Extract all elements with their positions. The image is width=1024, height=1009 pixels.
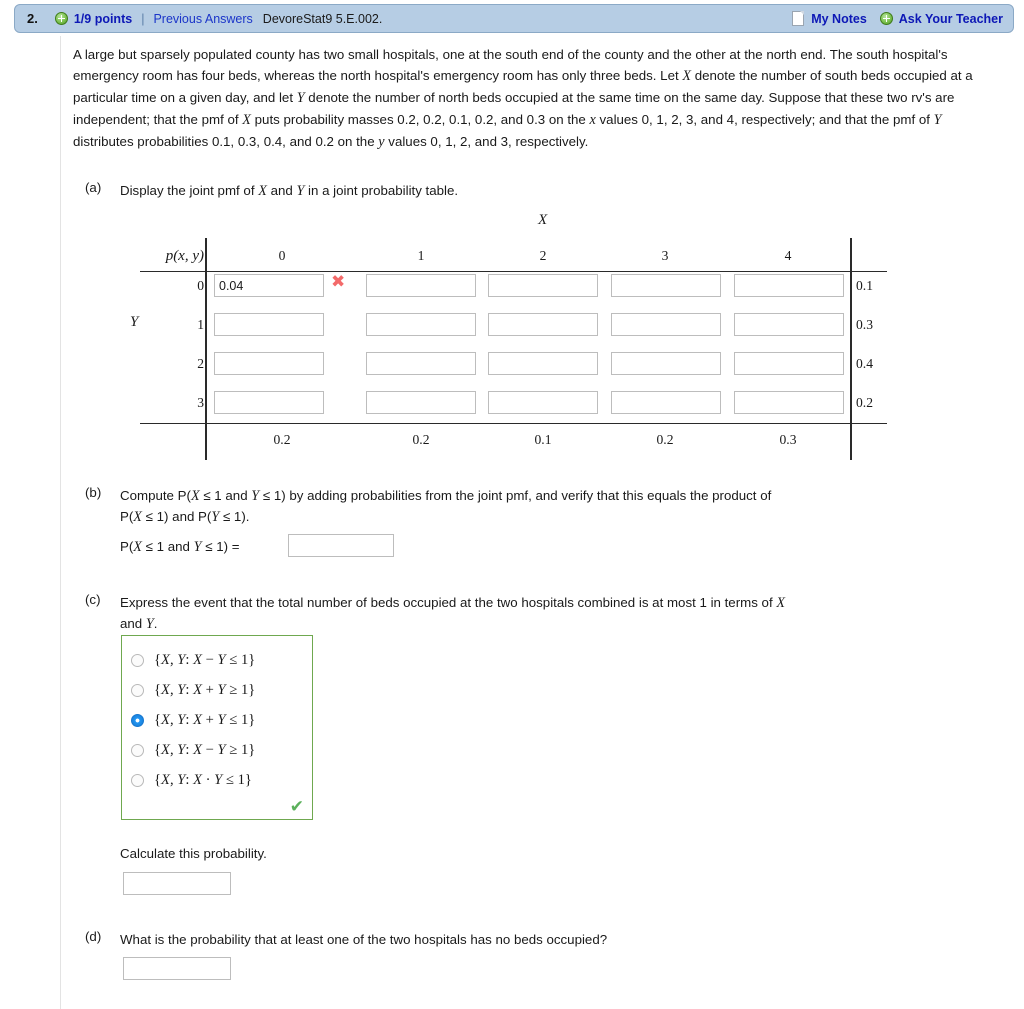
part-c-sub-prompt: Calculate this probability. <box>120 846 267 861</box>
radio-button-4[interactable] <box>131 773 144 787</box>
table-row-header-0: 0 <box>197 278 204 293</box>
part-d-answer-input[interactable] <box>123 957 231 980</box>
part-c-option-2[interactable]: {X, Y: X + Y ≤ 1} <box>122 705 312 735</box>
question-page: 2. 1/9 points | Previous Answers DevoreS… <box>0 0 1024 1009</box>
radio-button-1[interactable] <box>131 683 144 697</box>
problem-statement: A large but sparsely populated county ha… <box>73 47 973 150</box>
table-col-header-3: 3 <box>661 248 669 263</box>
table-row-header-2: 2 <box>197 356 204 371</box>
correct-check-icon: ✔ <box>289 797 304 816</box>
ask-your-teacher-button[interactable]: Ask Your Teacher <box>899 12 1003 26</box>
table-cell-y1-x2[interactable] <box>488 313 598 336</box>
table-cell-y2-x1[interactable] <box>366 352 476 375</box>
incorrect-mark-icon: ✖ <box>331 272 346 292</box>
table-cell-y2-x4[interactable] <box>734 352 844 375</box>
table-cell-y0-x3[interactable] <box>611 274 721 297</box>
table-col-margin-3: 0.2 <box>656 432 674 447</box>
table-cell-y3-x2[interactable] <box>488 391 598 414</box>
part-a-label: (a) <box>85 180 102 195</box>
question-code: DevoreStat9 5.E.002. <box>262 11 383 26</box>
table-cell-y0-x1[interactable] <box>366 274 476 297</box>
part-c-option-4[interactable]: {X, Y: X · Y ≤ 1} <box>122 765 312 795</box>
note-page-icon[interactable] <box>792 11 805 26</box>
part-c-option-label-4: {X, Y: X · Y ≤ 1} <box>154 771 252 788</box>
table-x-axis-label: X <box>538 212 548 228</box>
table-cell-y0-x2[interactable] <box>488 274 598 297</box>
table-col-header-1: 1 <box>417 248 425 263</box>
my-notes-button[interactable]: My Notes <box>811 12 867 26</box>
part-c-option-3[interactable]: {X, Y: X − Y ≥ 1} <box>122 735 312 765</box>
table-row-margin-0: 0.1 <box>856 278 873 293</box>
part-c-label: (c) <box>85 592 101 607</box>
table-cell-y2-x0[interactable] <box>214 352 324 375</box>
part-b-answer-label: P(X ≤ 1 and Y ≤ 1) = <box>120 539 240 555</box>
points-label: 1/9 points <box>73 11 133 26</box>
part-c-option-label-2: {X, Y: X + Y ≤ 1} <box>154 711 256 728</box>
header-separator: | <box>141 11 145 26</box>
table-cell-y2-x3[interactable] <box>611 352 721 375</box>
radio-button-2[interactable] <box>131 713 144 727</box>
table-row-header-3: 3 <box>197 395 204 410</box>
table-cell-y0-x4[interactable] <box>734 274 844 297</box>
table-col-header-4: 4 <box>784 248 792 263</box>
part-b-label: (b) <box>85 485 102 500</box>
header-right-actions: My Notes Ask Your Teacher <box>792 11 1003 26</box>
table-cell-y3-x3[interactable] <box>611 391 721 414</box>
table-row-margin-1: 0.3 <box>856 317 873 332</box>
part-b-prompt-line1: Compute P(X ≤ 1 and Y ≤ 1) by adding pro… <box>120 488 772 504</box>
part-c-answer-input[interactable] <box>123 872 231 895</box>
table-cell-y1-x1[interactable] <box>366 313 476 336</box>
table-cell-y2-x2[interactable] <box>488 352 598 375</box>
radio-button-3[interactable] <box>131 743 144 757</box>
part-b-prompt-line2: P(X ≤ 1) and P(Y ≤ 1). <box>120 509 250 525</box>
table-cell-y0-x0[interactable] <box>214 274 324 297</box>
table-horizontal-rule-bottom <box>140 423 887 425</box>
table-col-header-0: 0 <box>278 248 286 263</box>
table-cell-y1-x3[interactable] <box>611 313 721 336</box>
table-row-margin-3: 0.2 <box>856 395 873 410</box>
content-left-rule <box>60 36 61 1009</box>
table-col-margin-1: 0.2 <box>412 432 430 447</box>
part-c-prompt-line2: and Y. <box>120 616 158 632</box>
part-c-option-label-1: {X, Y: X + Y ≥ 1} <box>154 681 256 698</box>
table-col-margin-0: 0.2 <box>273 432 291 447</box>
table-col-margin-4: 0.3 <box>779 432 797 447</box>
question-header-bar: 2. 1/9 points | Previous Answers DevoreS… <box>14 4 1014 33</box>
part-c-option-group: {X, Y: X − Y ≤ 1} {X, Y: X + Y ≥ 1} {X, … <box>121 635 313 820</box>
table-cell-y1-x0[interactable] <box>214 313 324 336</box>
previous-answers-link[interactable]: Previous Answers <box>153 12 252 26</box>
part-d-prompt: What is the probability that at least on… <box>120 932 608 947</box>
part-a-prompt: Display the joint pmf of X and Y in a jo… <box>120 183 459 199</box>
table-row-margin-2: 0.4 <box>856 356 873 371</box>
table-cell-y3-x4[interactable] <box>734 391 844 414</box>
question-number: 2. <box>27 11 38 26</box>
table-col-header-2: 2 <box>539 248 547 263</box>
part-b-answer-input[interactable] <box>288 534 394 557</box>
table-cell-y3-x0[interactable] <box>214 391 324 414</box>
part-c-option-1[interactable]: {X, Y: X + Y ≥ 1} <box>122 675 312 705</box>
part-d-label: (d) <box>85 929 102 944</box>
table-row-header-1: 1 <box>197 317 204 332</box>
part-c-option-0[interactable]: {X, Y: X − Y ≤ 1} <box>122 645 312 675</box>
part-c-option-label-3: {X, Y: X − Y ≥ 1} <box>154 741 256 758</box>
table-cell-y3-x1[interactable] <box>366 391 476 414</box>
table-y-axis-label: Y <box>130 314 139 330</box>
table-horizontal-rule-top <box>140 271 887 273</box>
part-c-prompt-line1: Express the event that the total number … <box>120 595 786 611</box>
radio-button-0[interactable] <box>131 653 144 667</box>
joint-probability-table: X p(x, y) Y 0 1 2 3 4 0 ✖ 0.1 1 0.3 2 <box>130 212 900 460</box>
ask-teacher-plus-icon[interactable] <box>879 12 899 25</box>
points-plus-icon[interactable] <box>54 12 74 25</box>
table-col-margin-2: 0.1 <box>534 432 552 447</box>
table-cell-y1-x4[interactable] <box>734 313 844 336</box>
part-c-option-label-0: {X, Y: X − Y ≤ 1} <box>154 651 256 668</box>
table-corner-label: p(x, y) <box>165 248 204 264</box>
